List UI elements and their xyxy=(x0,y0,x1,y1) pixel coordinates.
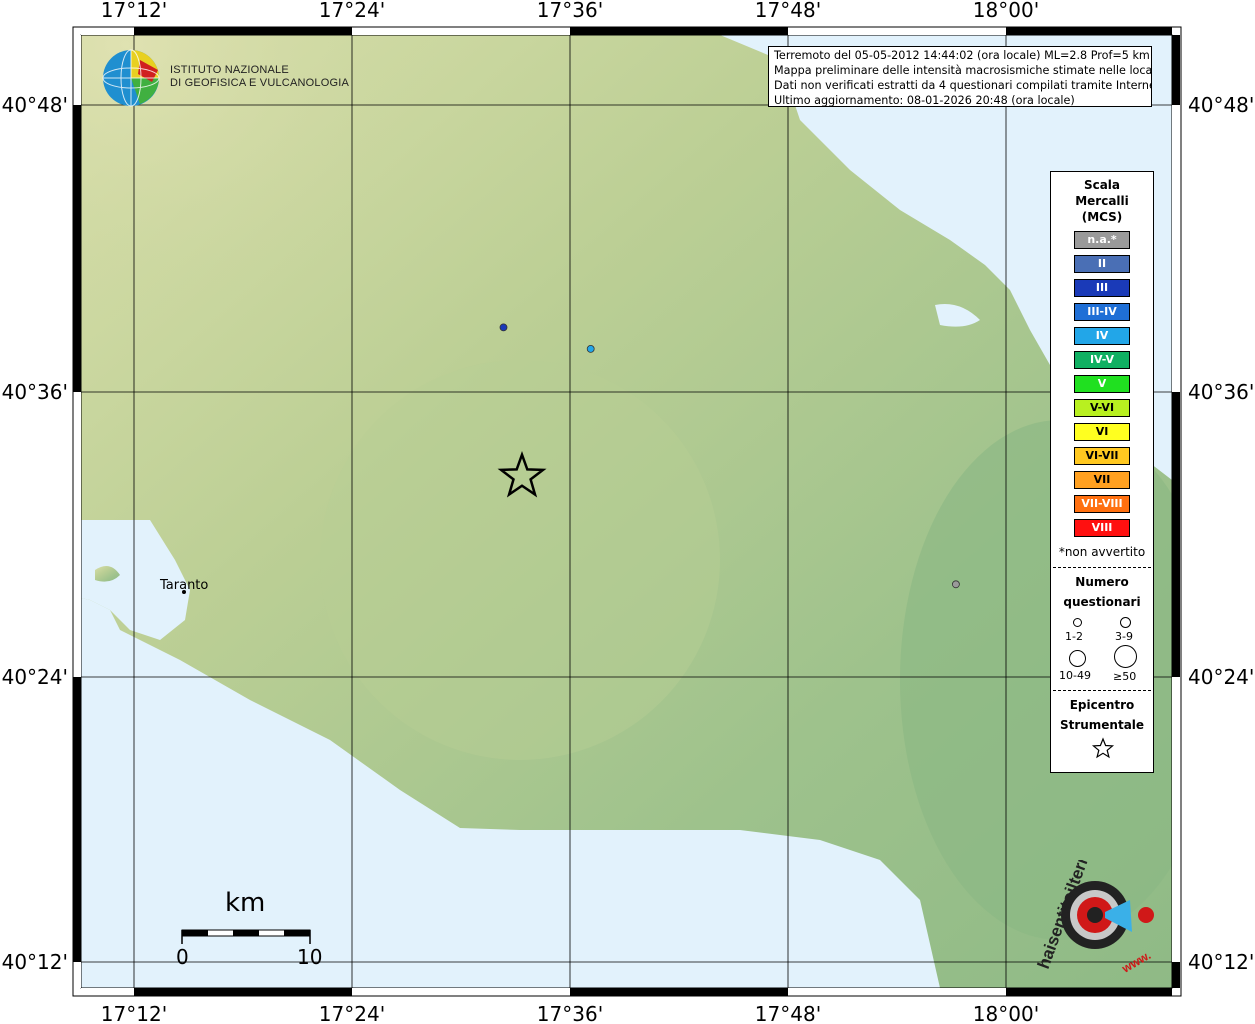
right-lat-labels: 40°48' 40°36' 40°24' 40°12' xyxy=(1188,93,1254,974)
lon-label: 17°24' xyxy=(319,1002,385,1024)
intensity-swatch: III xyxy=(1074,279,1130,297)
lat-label: 40°12' xyxy=(2,950,68,974)
hsit-watermark-url: www. xyxy=(1119,948,1154,976)
hsit-watermark: haisentitoilterremoto.it www. xyxy=(1034,860,1154,976)
ingv-logo-icon xyxy=(102,49,160,107)
event-info-line: Ultimo aggiornamento: 08-01-2026 20:48 (… xyxy=(774,94,1075,107)
lat-label: 40°36' xyxy=(2,380,68,404)
place-label-taranto: Taranto xyxy=(160,578,209,593)
count-title: Numero questionari xyxy=(1051,572,1153,612)
intensity-swatch: V-VI xyxy=(1074,399,1130,417)
bottom-lon-labels: 17°12' 17°24' 17°36' 17°48' 18°00' xyxy=(101,1002,1039,1024)
lon-label: 18°00' xyxy=(973,1002,1039,1024)
intensity-swatch: V xyxy=(1074,375,1130,393)
left-lat-labels: 40°48' 40°36' 40°24' 40°12' xyxy=(2,93,68,974)
epicenter-title: Epicentro Strumentale xyxy=(1051,695,1153,735)
count-circle-icon xyxy=(1069,650,1086,667)
lat-label: 40°36' xyxy=(1188,380,1254,404)
legend-panel: Scala Mercalli (MCS) n.a.* II III III-IV IV I… xyxy=(1050,171,1154,773)
count-circle-icon xyxy=(1120,617,1131,628)
lon-label: 17°48' xyxy=(755,1002,821,1024)
lat-label: 40°48' xyxy=(1188,93,1254,117)
institute-name: ISTITUTO NAZIONALE DI GEOFISICA E VULCAN… xyxy=(170,64,349,90)
event-info-line: Dati non verificati estratti da 4 questi… xyxy=(774,79,1152,92)
scale-start: 0 xyxy=(176,945,189,969)
legend-separator xyxy=(1053,690,1151,691)
lat-label: 40°48' xyxy=(2,93,68,117)
intensity-swatch: IV-V xyxy=(1074,351,1130,369)
lon-label: 17°24' xyxy=(319,0,385,22)
legend-separator xyxy=(1053,567,1151,568)
count-label: 3-9 xyxy=(1115,630,1133,643)
intensity-report-point[interactable] xyxy=(952,580,960,589)
institute-name-line1: ISTITUTO NAZIONALE xyxy=(170,64,289,76)
intensity-swatch: VIII xyxy=(1074,519,1130,537)
lat-label: 40°12' xyxy=(1188,950,1254,974)
count-circle-icon xyxy=(1114,645,1137,668)
intensity-swatch: II xyxy=(1074,255,1130,273)
intensity-swatches: n.a.* II III III-IV IV IV-V V V-VI VI VI-VII VII VI… xyxy=(1051,231,1153,537)
plateau-shading xyxy=(320,360,720,760)
lon-label: 17°12' xyxy=(101,0,167,22)
top-lon-labels: 17°12' 17°24' 17°36' 17°48' 18°00' xyxy=(101,0,1039,22)
legend-title-line: Scala xyxy=(1083,178,1121,192)
legend-title-line: Mercalli xyxy=(1075,194,1129,208)
event-info-line: Mappa preliminare delle intensità macros… xyxy=(774,64,1152,77)
event-info-line: Terremoto del 05-05-2012 14:44:02 (ora l… xyxy=(774,49,1150,62)
intensity-swatch: n.a.* xyxy=(1074,231,1130,249)
lon-label: 17°12' xyxy=(101,1002,167,1024)
epicenter-title-line: Epicentro xyxy=(1069,698,1135,712)
intensity-swatch: VI-VII xyxy=(1074,447,1130,465)
hsit-watermark-text: haisentitoilterremoto.it xyxy=(1034,860,1115,971)
legend-title-line: (MCS) xyxy=(1081,210,1123,224)
lon-label: 17°48' xyxy=(755,0,821,22)
legend-note: *non avvertito xyxy=(1058,545,1146,559)
intensity-swatch: III-IV xyxy=(1074,303,1130,321)
intensity-swatch: VII xyxy=(1074,471,1130,489)
institute-name-line2: DI GEOFISICA E VULCANOLOGIA xyxy=(170,77,349,89)
scale-end: 10 xyxy=(297,945,323,969)
lat-label: 40°24' xyxy=(2,665,68,689)
count-label: 1-2 xyxy=(1065,630,1083,643)
intensity-report-point[interactable] xyxy=(499,323,508,332)
intensity-swatch: VI xyxy=(1074,423,1130,441)
scale-unit: km xyxy=(225,888,266,918)
count-title-line: Numero xyxy=(1075,575,1129,589)
count-circles: 1-2 3-9 10-49 ≥50 xyxy=(1051,612,1153,683)
count-label: 10-49 xyxy=(1059,669,1091,682)
lon-label: 18°00' xyxy=(973,0,1039,22)
lat-label: 40°24' xyxy=(1188,665,1254,689)
intensity-swatch: IV xyxy=(1074,327,1130,345)
legend-title: Scala Mercalli (MCS) xyxy=(1051,177,1153,225)
count-title-line: questionari xyxy=(1063,595,1141,609)
count-label: ≥50 xyxy=(1113,670,1137,683)
epicenter-title-line: Strumentale xyxy=(1059,718,1145,732)
event-info-box: Terremoto del 05-05-2012 14:44:02 (ora l… xyxy=(768,46,1152,107)
lon-label: 17°36' xyxy=(537,1002,603,1024)
lon-label: 17°36' xyxy=(537,0,603,22)
intensity-swatch: VII-VIII xyxy=(1074,495,1130,513)
count-circle-icon xyxy=(1073,618,1082,627)
intensity-report-point[interactable] xyxy=(586,344,595,353)
epicenter-legend-star-icon xyxy=(1091,737,1115,759)
